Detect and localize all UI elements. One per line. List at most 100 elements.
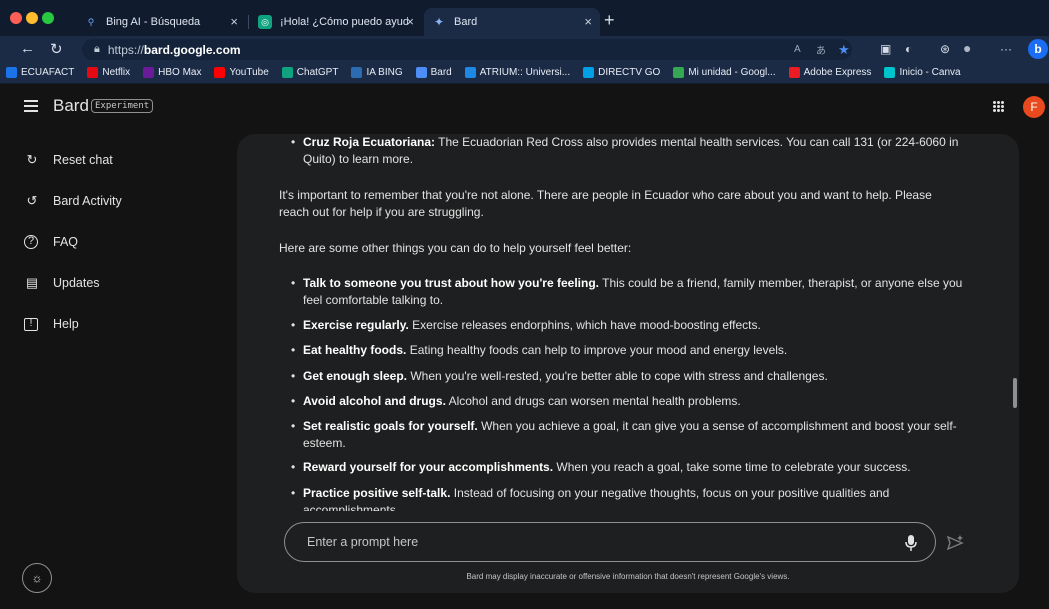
feedback-icon: ! [24,317,38,331]
tab-chatgpt[interactable]: ◎ ¡Hola! ¿Cómo puedo ayudarte? × [250,8,422,36]
split-screen-icon[interactable]: ▣ [880,42,891,56]
back-arrow-icon[interactable]: ← [20,40,35,57]
sidebar-item-bard-activity[interactable]: ↺ Bard Activity [24,191,122,211]
search-icon: ⚲ [87,16,95,27]
close-icon[interactable]: × [406,14,414,29]
bookmark-label: DIRECTV GO [598,67,661,78]
experiment-badge: Experiment [91,99,154,113]
bookmark-label: Netflix [102,67,131,78]
sidebar-item-label: Reset chat [53,153,113,167]
favorite-star-icon[interactable]: ★ [838,42,850,58]
bookmark-item[interactable]: IA BING [351,67,403,78]
tab-bing[interactable]: ⚲ Bing AI - Búsqueda × [76,8,246,36]
prompt-input-container [284,522,936,562]
bookmark-label: Bard [430,67,452,78]
chatgpt-icon: ◎ [258,15,272,29]
bookmark-favicon-icon [884,67,896,78]
close-icon[interactable]: × [584,14,592,29]
reset-icon: ↻ [26,152,38,167]
response-content: Cruz Roja Ecuatoriana: The Ecuadorian Re… [279,134,969,511]
bookmarks-bar: ECUAFACT Netflix HBO Max YouTube ChatGPT IA B… [0,62,1049,84]
bookmark-favicon-icon [415,67,427,78]
bookmark-item[interactable]: Bard [415,67,452,78]
tab-title: ¡Hola! ¿Cómo puedo ayudarte? [280,16,408,28]
sidebar-item-label: FAQ [53,235,79,249]
url-host: bard.google.com [143,42,241,57]
bookmark-item[interactable]: Netflix [87,67,130,78]
lock-icon: 🔒︎ [94,43,100,55]
bookmark-label: IA BING [366,67,403,78]
settings-gear-button[interactable]: ☼ [22,563,52,593]
bookmark-label: HBO Max [158,67,202,78]
sidebar-item-updates[interactable]: ▤ Updates [24,273,100,293]
bookmark-label: ChatGPT [296,67,339,78]
bookmark-item[interactable]: Mi unidad - Googl... [673,67,776,78]
extensions-icon[interactable]: ◐ [905,42,912,56]
help-circle-icon: ? [24,235,38,249]
reload-icon[interactable]: ↻ [50,40,63,58]
bookmark-favicon-icon [788,67,800,78]
bookmark-label: Mi unidad - Googl... [688,67,776,78]
list-item: Avoid alcohol and drugs. Alcohol and dru… [291,393,969,410]
list-item: Exercise regularly. Exercise releases en… [291,317,969,334]
url-prefix: https:// [107,42,144,57]
chat-panel: Cruz Roja Ecuatoriana: The Ecuadorian Re… [237,134,1019,593]
bookmark-item[interactable]: HBO Max [143,67,201,78]
sidebar-item-reset-chat[interactable]: ↻ Reset chat [24,150,113,170]
hamburger-menu-icon[interactable] [24,100,38,112]
sidebar-item-faq[interactable]: ? FAQ [24,232,78,252]
sidebar-item-label: Bard Activity [53,194,122,208]
bookmark-favicon-icon [464,67,476,78]
sidebar-item-label: Updates [53,276,100,290]
bookmark-favicon-icon [351,67,363,78]
microphone-icon[interactable] [905,534,917,552]
sidebar-item-help[interactable]: ! Help [24,314,79,334]
bookmark-label: YouTube [229,67,269,78]
window-minimize-button[interactable] [26,12,38,24]
scrollbar-thumb[interactable] [1013,378,1017,408]
tab-bard[interactable]: ✦ Bard × [424,8,600,36]
list-item: Set realistic goals for yourself. When y… [291,418,969,452]
bookmark-item[interactable]: Inicio - Canva [884,67,961,78]
bookmark-label: Adobe Express [803,67,872,78]
address-bar[interactable]: 🔒︎ https://bard.google.com A あ ★ [82,39,852,60]
google-apps-icon[interactable] [993,101,1004,112]
send-icon[interactable] [945,533,965,553]
bookmark-item[interactable]: Adobe Express [788,67,872,78]
bookmark-item[interactable]: ATRIUM:: Universi... [464,67,571,78]
bookmark-favicon-icon [143,67,155,78]
list-item: Eat healthy foods. Eating healthy foods … [291,342,969,359]
bookmark-label: ECUAFACT [21,67,75,78]
bookmark-item[interactable]: ECUAFACT [6,67,74,78]
close-icon[interactable]: × [230,14,238,29]
collections-icon[interactable]: ⊛ [940,42,950,56]
bookmark-item[interactable]: DIRECTV GO [583,67,660,78]
bookmark-favicon-icon [673,67,685,78]
list-item: Talk to someone you trust about how you'… [291,275,969,309]
bookmark-label: Inicio - Canva [899,67,961,78]
prompt-input[interactable] [307,533,867,551]
bookmark-favicon-icon [87,67,99,78]
gear-icon: ☼ [31,571,43,585]
bookmark-item[interactable]: YouTube [214,67,269,78]
response-paragraph: It's important to remember that you're n… [279,188,932,219]
new-tab-button[interactable]: + [604,10,615,31]
bing-chat-icon[interactable]: b [1028,39,1048,59]
more-options-icon[interactable]: ··· [1000,42,1012,56]
translate-icon[interactable]: あ [816,42,826,57]
window-maximize-button[interactable] [42,12,54,24]
bookmark-favicon-icon [583,67,595,78]
tab-title: Bard [454,16,478,28]
avatar[interactable]: F [1023,96,1045,118]
bard-app: Bard Experiment F ↻ Reset chat ↺ Bard Ac… [0,84,1049,609]
profile-icon[interactable]: ● [963,40,971,56]
list-item: Reward yourself for your accomplishments… [291,459,969,476]
bookmark-item[interactable]: ChatGPT [281,67,339,78]
window-close-button[interactable] [10,12,22,24]
read-aloud-icon[interactable]: A [794,44,801,55]
browser-toolbar: ← ↻ 🔒︎ https://bard.google.com A あ ★ ▣ ◐… [0,36,1049,62]
bookmark-label: ATRIUM:: Universi... [479,67,571,78]
list-item: Cruz Roja Ecuatoriana: The Ecuadorian Re… [291,134,969,168]
history-icon: ↺ [26,193,38,208]
bookmark-favicon-icon [281,67,293,78]
